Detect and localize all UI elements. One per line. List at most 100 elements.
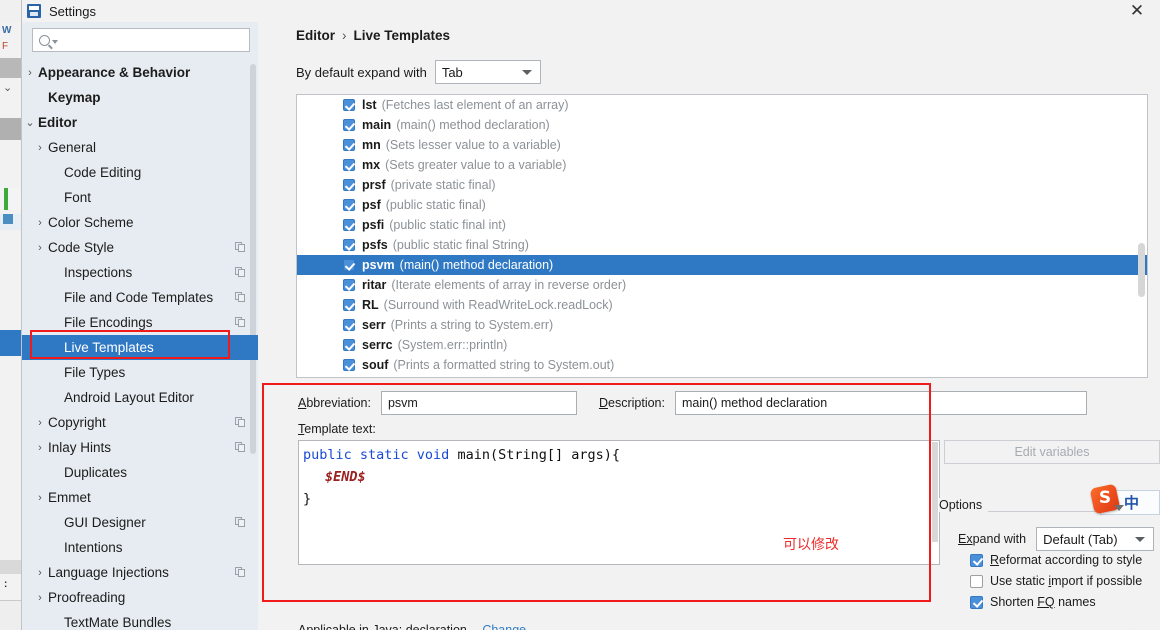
breadcrumb: Editor › Live Templates [296,28,450,43]
add-template-button[interactable] [1154,94,1160,124]
sidebar-item-file-types[interactable]: ›File Types [22,360,258,385]
checkbox-shorten-fq[interactable] [970,595,983,609]
chevron-right-icon: › [48,367,64,379]
template-list-row[interactable]: main (main() method declaration) [297,115,1147,135]
checkbox-template-enabled[interactable] [343,199,355,211]
ime-mode-label[interactable]: 中 [1124,492,1139,513]
sidebar-item-proofreading[interactable]: › Proofreading [22,585,258,610]
template-list-row[interactable]: psf (public static final) [297,195,1147,215]
template-list-row[interactable]: souf (Prints a formatted string to System… [297,355,1147,375]
template-list-row[interactable]: mn (Sets lesser value to a variable) [297,135,1147,155]
chevron-right-icon[interactable]: › [22,67,38,79]
template-list-row[interactable]: psvm (main() method declaration) [297,255,1147,275]
option-static-import[interactable]: Use static import if possible [970,574,1142,588]
option-reformat-label: Reformat according to style [990,553,1142,567]
chevron-right-icon[interactable]: › [32,592,48,604]
checkbox-template-enabled[interactable] [343,359,355,371]
sidebar-item-color-scheme[interactable]: › Color Scheme [22,210,258,235]
checkbox-reformat[interactable] [970,553,983,567]
checkbox-template-enabled[interactable] [343,119,355,131]
template-list-row[interactable]: serr (Prints a string to System.err) [297,315,1147,335]
template-abbreviation: psf [362,198,381,212]
sidebar-item-code-editing[interactable]: ›Code Editing [22,160,258,185]
sidebar-item-android-layout-editor[interactable]: ›Android Layout Editor [22,385,258,410]
checkbox-template-enabled[interactable] [343,279,355,291]
search-input[interactable] [32,28,250,52]
checkbox-template-enabled[interactable] [343,139,355,151]
sidebar-item-intentions[interactable]: ›Intentions [22,535,258,560]
sidebar-item-editor[interactable]: ⌄ Editor [22,110,258,135]
chevron-right-icon[interactable]: › [32,417,48,429]
chevron-right-icon: › [48,542,64,554]
search-wrapper [22,22,258,56]
chevron-right-icon[interactable]: › [32,442,48,454]
abbreviation-description-row: Abbreviation: psvm Description: main() m… [298,390,1150,416]
sidebar-item-general[interactable]: › General [22,135,258,160]
chevron-down-icon[interactable]: ⌄ [530,625,538,630]
template-list-row[interactable]: prsf (private static final) [297,175,1147,195]
abbreviation-input[interactable]: psvm [380,391,577,415]
chevron-right-icon[interactable]: › [32,492,48,504]
chevron-right-icon[interactable]: › [32,142,48,154]
checkbox-static-import[interactable] [970,574,983,588]
ide-toolbar-sliver [0,0,21,22]
chevron-right-icon: › [48,267,64,279]
breadcrumb-root[interactable]: Editor [296,28,335,43]
option-shorten-fq-mnemonic: FQ [1037,595,1055,609]
duplicate-template-button[interactable] [1154,154,1160,184]
sidebar-item-gui-designer[interactable]: ›GUI Designer [22,510,258,535]
chevron-down-icon[interactable]: ⌄ [22,116,38,129]
remove-template-button[interactable] [1154,124,1160,154]
sidebar-item-label: General [48,140,97,155]
template-list-row[interactable]: lst (Fetches last element of an array) [297,95,1147,115]
template-list-row[interactable]: serrc (System.err::println) [297,335,1147,355]
checkbox-template-enabled[interactable] [343,259,355,271]
template-abbreviation: mx [362,158,381,172]
sidebar-item-file-encodings[interactable]: ›File Encodings [22,310,258,335]
list-scrollbar[interactable] [1138,243,1145,297]
sidebar-item-inlay-hints[interactable]: › Inlay Hints [22,435,258,460]
sidebar-item-appearance-behavior[interactable]: › Appearance & Behavior [22,60,258,85]
sidebar-item-keymap[interactable]: ›Keymap [22,85,258,110]
default-expand-select[interactable]: Tab [434,60,541,84]
expand-with-select[interactable]: Default (Tab) [1036,527,1155,551]
template-text-editor[interactable]: public static void main(String[] args){ … [298,440,940,565]
close-icon[interactable]: ✕ [1124,0,1150,22]
checkbox-template-enabled[interactable] [343,219,355,231]
template-list-row[interactable]: psfi (public static final int) [297,215,1147,235]
checkbox-template-enabled[interactable] [343,99,355,111]
chevron-right-icon[interactable]: › [32,217,48,229]
template-list-row[interactable]: ritar (Iterate elements of array in rever… [297,275,1147,295]
sidebar-item-copyright[interactable]: › Copyright [22,410,258,435]
checkbox-template-enabled[interactable] [343,319,355,331]
sidebar-item-file-and-code-templates[interactable]: ›File and Code Templates [22,285,258,310]
sidebar-item-label: File Encodings [64,315,153,330]
sidebar-item-textmate-bundles[interactable]: ›TextMate Bundles [22,610,258,630]
sidebar-item-live-templates[interactable]: ›Live Templates [22,335,258,360]
checkbox-template-enabled[interactable] [343,299,355,311]
code-signature: main(String[] args){ [457,447,620,463]
sidebar-item-language-injections[interactable]: › Language Injections [22,560,258,585]
template-list-row[interactable]: psfs (public static final String) [297,235,1147,255]
sidebar-item-code-style[interactable]: › Code Style [22,235,258,260]
editor-scrollbar[interactable] [932,442,938,542]
sidebar-item-font[interactable]: ›Font [22,185,258,210]
change-context-link[interactable]: Change [482,623,526,630]
live-templates-list[interactable]: lst (Fetches last element of an array) mai… [296,94,1148,378]
description-input[interactable]: main() method declaration [674,391,1087,415]
option-reformat[interactable]: Reformat according to style [970,553,1142,567]
sidebar-item-duplicates[interactable]: ›Duplicates [22,460,258,485]
settings-tree[interactable]: ›Appearance & Behavior›Keymap⌄Editor›Gen… [22,60,258,630]
chevron-right-icon[interactable]: › [32,567,48,579]
checkbox-template-enabled[interactable] [343,179,355,191]
ime-indicator[interactable]: S 中 [1089,483,1160,518]
checkbox-template-enabled[interactable] [343,159,355,171]
sidebar-item-emmet[interactable]: › Emmet [22,485,258,510]
checkbox-template-enabled[interactable] [343,239,355,251]
template-list-row[interactable]: mx (Sets greater value to a variable) [297,155,1147,175]
sidebar-item-inspections[interactable]: ›Inspections [22,260,258,285]
option-shorten-fq[interactable]: Shorten FQ names [970,595,1096,609]
chevron-right-icon[interactable]: › [32,242,48,254]
template-list-row[interactable]: RL (Surround with ReadWriteLock.readLock) [297,295,1147,315]
checkbox-template-enabled[interactable] [343,339,355,351]
